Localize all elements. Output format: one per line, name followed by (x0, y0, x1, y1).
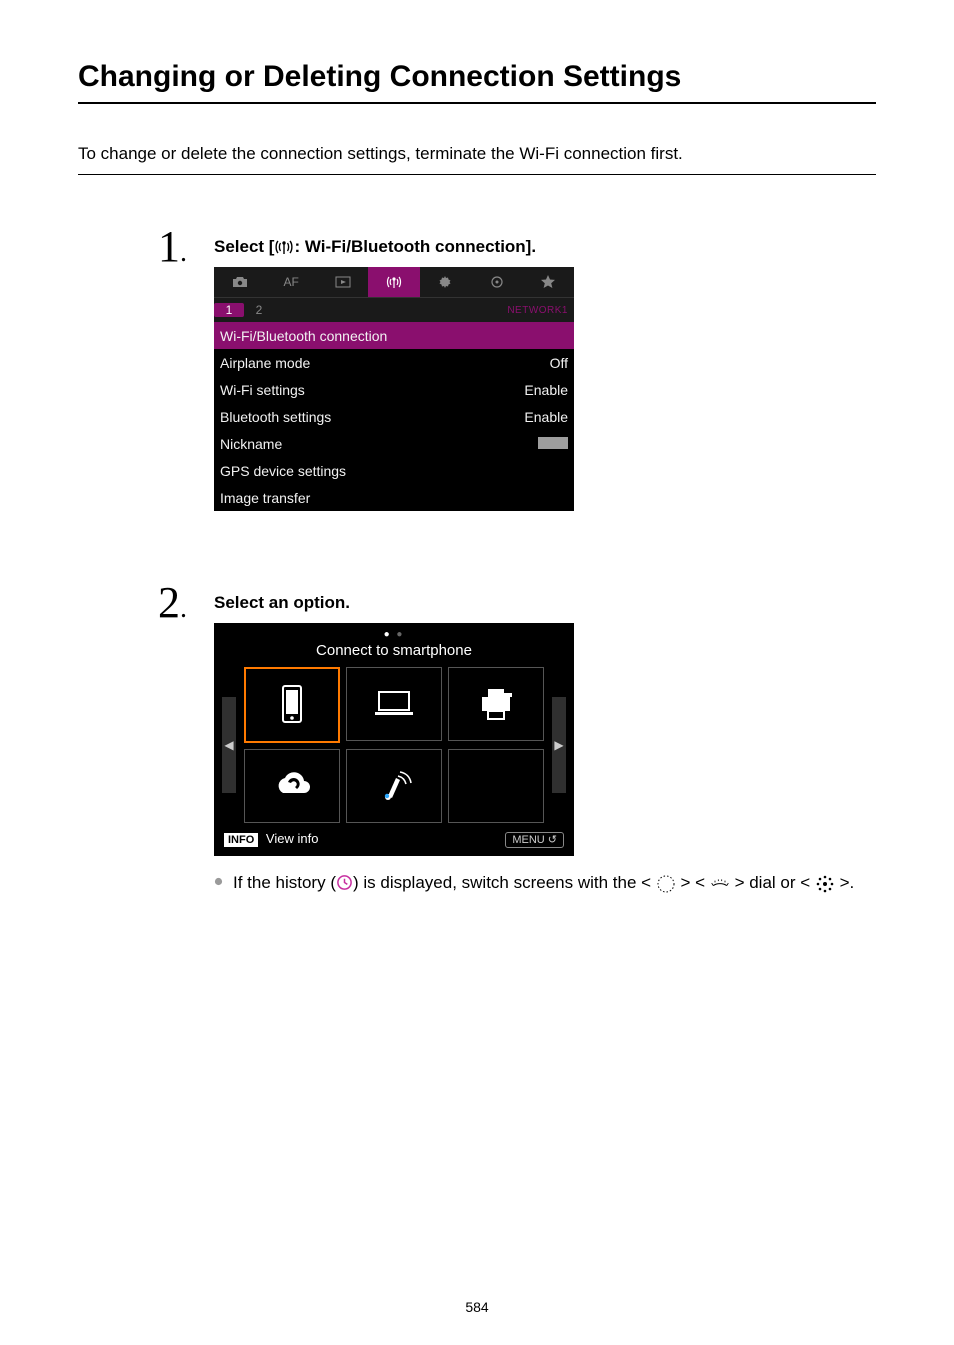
cell-remote (346, 749, 442, 823)
camera-tab-shooting (214, 267, 265, 297)
footer-menu: MENU ↺ (505, 831, 564, 846)
step-2-label: Select an option. (214, 593, 876, 613)
camera-tab-af: AF (265, 267, 316, 297)
step-number: 1. (158, 225, 214, 275)
camera-tab-playback (317, 267, 368, 297)
step-number: 2. (158, 581, 214, 631)
cell-empty (448, 749, 544, 823)
history-link-icon (336, 874, 353, 891)
section-rule (78, 174, 876, 175)
multi-controller-icon (815, 874, 835, 892)
camera-subtab-2: 2 (244, 303, 274, 317)
step-1-label: Select [ : Wi-Fi/Bluetooth connection]. (214, 237, 876, 257)
page-title: Changing or Deleting Connection Settings (78, 60, 876, 94)
cell-cloud (244, 749, 340, 823)
right-arrow: ▶ (552, 697, 566, 793)
network-label: NETWORK1 (507, 305, 574, 316)
menu-row-nickname: Nickname (214, 430, 574, 457)
camera-tab-setup (420, 267, 471, 297)
left-arrow: ◀ (222, 697, 236, 793)
step-1: 1. Select [ : Wi-Fi/Bluetooth connection… (158, 225, 876, 511)
footer-info: INFO View info (224, 831, 318, 846)
menu-row-bt-settings: Bluetooth settings Enable (214, 403, 574, 430)
menu-row-wifi-settings: Wi-Fi settings Enable (214, 376, 574, 403)
cell-computer (346, 667, 442, 741)
camera-tab-wireless (368, 267, 419, 297)
nickname-obscured (538, 437, 568, 449)
camera-subtab-1: 1 (214, 303, 244, 317)
cell-smartphone (244, 667, 340, 743)
camera-tab-custom (471, 267, 522, 297)
antenna-icon (274, 238, 294, 256)
menu-row-wifi-bt: Wi-Fi/Bluetooth connection (214, 322, 574, 349)
bullet-icon (214, 877, 223, 886)
menu-row-airplane: Airplane mode Off (214, 349, 574, 376)
step-2: 2. Select an option. ● ● Connect to smar… (158, 581, 876, 896)
camera-menu-screenshot-1: AF (214, 267, 574, 511)
connect-title: Connect to smartphone (214, 640, 574, 667)
step-2-bullet: If the history ( ) is displayed, switch … (214, 870, 876, 896)
intro-text: To change or delete the connection setti… (78, 144, 876, 164)
page-dots: ● ● (214, 623, 574, 640)
title-rule (78, 102, 876, 104)
camera-menu-screenshot-2: ● ● Connect to smartphone ◀ (214, 623, 574, 856)
page-number: 584 (0, 1299, 954, 1315)
camera-subtabs: 1 2 NETWORK1 (214, 298, 574, 322)
menu-row-gps: GPS device settings (214, 457, 574, 484)
menu-row-image-transfer: Image transfer (214, 484, 574, 511)
cell-printer (448, 667, 544, 741)
main-dial-icon (710, 874, 730, 892)
quick-dial-icon (656, 874, 676, 892)
camera-tab-mymenu (523, 267, 574, 297)
camera-tab-bar: AF (214, 267, 574, 298)
